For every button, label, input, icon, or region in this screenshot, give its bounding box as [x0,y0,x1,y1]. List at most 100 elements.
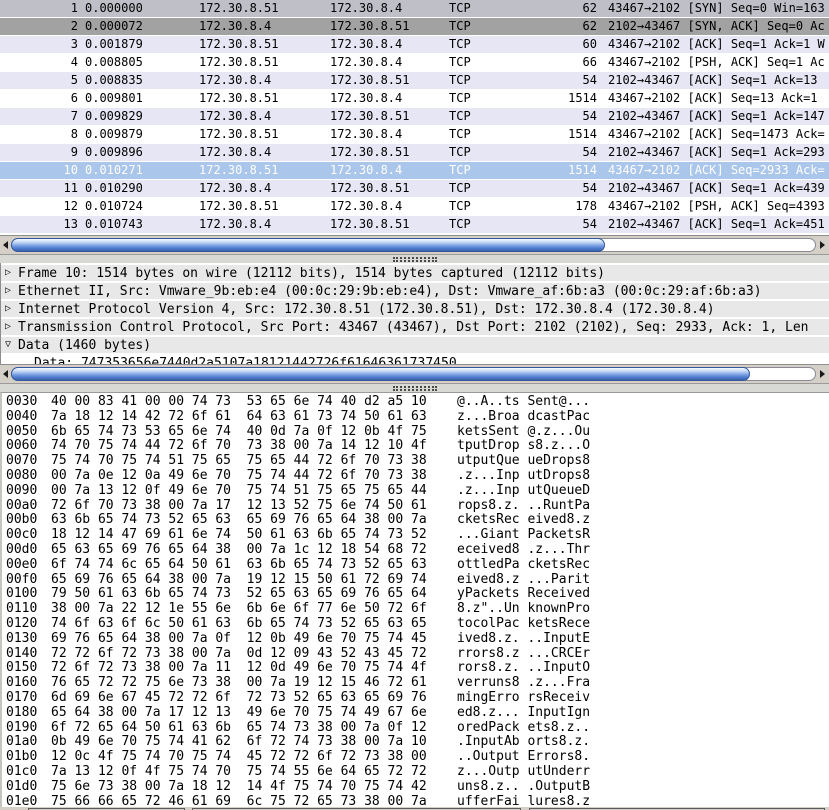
hex-bytes: 40 00 83 41 00 00 74 73 53 65 6e 74 40 d… [51,395,457,410]
packet-row-12[interactable]: 120.010724172.30.8.51172.30.8.4TCP178434… [0,198,829,216]
hex-line-0150[interactable]: 015072 6f 72 73 38 00 7a 11 12 0d 49 6e … [2,661,829,676]
expand-icon[interactable]: ▷ [5,283,18,299]
hex-line-0050[interactable]: 00506b 65 74 73 53 65 6e 74 40 0d 7a 0f … [2,425,829,440]
hex-ascii: rrors8.z ...CRCEr [457,647,590,661]
detail-subrow[interactable]: Data: 747353656e7440d2a5107a18121442726f… [1,355,829,364]
expand-icon[interactable]: ▷ [5,319,18,335]
hex-line-0120[interactable]: 012074 6f 63 6f 6c 50 61 63 6b 65 74 73 … [2,617,829,632]
hex-line-0180[interactable]: 018065 64 38 00 7a 17 12 13 49 6e 70 75 … [2,706,829,721]
hex-line-0080[interactable]: 008000 7a 0e 12 0a 49 6e 70 75 74 44 72 … [2,469,829,484]
pane-resize-grip[interactable] [393,257,437,262]
hex-line-0070[interactable]: 007075 74 70 75 74 51 75 65 75 65 44 72 … [2,454,829,469]
hex-line-0190[interactable]: 01906f 72 65 64 50 61 63 6b 65 74 73 38 … [2,721,829,736]
hex-line-00c0[interactable]: 00c018 12 14 47 69 61 6e 74 50 61 63 6b … [2,528,829,543]
hex-bytes: 7a 18 12 14 42 72 6f 61 64 63 61 73 74 5… [51,410,457,425]
cell-info: 43467→2102 [SYN] Seq=0 Win=163 [608,0,829,17]
hex-ascii: uns8.z.. .OutputB [457,780,590,794]
hex-line-00b0[interactable]: 00b063 6b 65 74 73 52 65 63 65 69 76 65 … [2,513,829,528]
hex-ascii: rops8.z. ..RuntPa [457,499,590,513]
cell-source: 172.30.8.4 [199,108,330,125]
hex-line-01a0[interactable]: 01a00b 49 6e 70 75 74 41 62 6f 72 74 73 … [2,735,829,750]
hex-bytes: 76 65 72 72 75 6e 73 38 00 7a 19 12 15 4… [51,676,457,691]
packet-row-4[interactable]: 40.008805172.30.8.51172.30.8.4TCP6643467… [0,54,829,72]
hex-scrollbar-track[interactable] [11,367,816,381]
hex-ascii: ..Output Errors8. [457,750,590,764]
details-scrollbar-thumb[interactable] [11,238,605,252]
cell-time: 0.010271 [85,162,199,179]
cell-source: 172.30.8.4 [199,18,330,35]
cell-time: 0.010724 [85,198,199,215]
cell-destination: 172.30.8.51 [330,216,449,233]
hex-offset: 0170 [6,691,51,706]
packet-row-10[interactable]: 100.010271172.30.8.51172.30.8.4TCP151443… [0,162,829,180]
packet-row-6[interactable]: 60.009801172.30.8.51172.30.8.4TCP1514434… [0,90,829,108]
packet-row-11[interactable]: 110.010290172.30.8.4172.30.8.51TCP542102… [0,180,829,198]
hex-bytes: 65 63 65 69 76 65 64 38 00 7a 1c 12 18 5… [51,543,457,558]
cell-time: 0.000072 [85,18,199,35]
hex-bytes: 6d 69 6e 67 45 72 72 6f 72 73 52 65 63 6… [51,691,457,706]
hex-line-0040[interactable]: 00407a 18 12 14 42 72 6f 61 64 63 61 73 … [2,410,829,425]
hex-line-0110[interactable]: 011038 00 7a 22 12 1e 55 6e 6b 6e 6f 77 … [2,602,829,617]
hex-line-0170[interactable]: 01706d 69 6e 67 45 72 72 6f 72 73 52 65 … [2,691,829,706]
packet-row-7[interactable]: 70.009829172.30.8.4172.30.8.51TCP542102→… [0,108,829,126]
detail-row[interactable]: ▷Internet Protocol Version 4, Src: 172.3… [1,301,829,319]
hex-bytes: 69 76 65 64 38 00 7a 0f 12 0b 49 6e 70 7… [51,632,457,647]
hex-line-0100[interactable]: 010079 50 61 63 6b 65 74 73 52 65 63 65 … [2,587,829,602]
hex-line-00a0[interactable]: 00a072 6f 70 73 38 00 7a 17 12 13 52 75 … [2,499,829,514]
hex-offset: 00b0 [6,513,51,528]
cell-time: 0.008835 [85,72,199,89]
packet-row-9[interactable]: 90.009896172.30.8.4172.30.8.51TCP542102→… [0,144,829,162]
pane-resize-grip[interactable] [393,386,437,391]
packet-row-2[interactable]: 20.000072172.30.8.4172.30.8.51TCP622102→… [0,18,829,36]
detail-row[interactable]: ▽Data (1460 bytes) [1,337,829,355]
cell-no: 4 [0,54,78,71]
cell-info: 2102→43467 [ACK] Seq=1 Ack=13 [608,72,829,89]
hex-ascii: verruns8 .z...Fra [457,676,590,690]
hex-scrollbar-thumb[interactable] [11,367,750,381]
hex-ascii: tputDrop s8.z...O [457,439,590,453]
packet-row-8[interactable]: 80.009879172.30.8.51172.30.8.4TCP1514434… [0,126,829,144]
hex-line-00f0[interactable]: 00f065 69 76 65 64 38 00 7a 19 12 15 50 … [2,573,829,588]
scroll-left-button[interactable] [0,365,11,383]
packet-row-1[interactable]: 10.000000172.30.8.51172.30.8.4TCP6243467… [0,0,829,18]
hex-line-00d0[interactable]: 00d065 63 65 69 76 65 64 38 00 7a 1c 12 … [2,543,829,558]
scroll-right-button[interactable] [817,236,828,254]
cell-source: 172.30.8.51 [199,198,330,215]
cell-source: 172.30.8.51 [199,54,330,71]
hex-line-00e0[interactable]: 00e06f 74 74 6c 65 64 50 61 63 6b 65 74 … [2,558,829,573]
detail-row[interactable]: ▷Transmission Control Protocol, Src Port… [1,319,829,337]
hex-line-0140[interactable]: 014072 72 6f 72 73 38 00 7a 0d 12 09 43 … [2,647,829,662]
hex-line-01c0[interactable]: 01c07a 13 12 0f 4f 75 74 70 75 74 55 6e … [2,765,829,780]
packet-row-3[interactable]: 30.001879172.30.8.51172.30.8.4TCP6043467… [0,36,829,54]
details-scrollbar-track[interactable] [11,238,816,252]
hex-line-0160[interactable]: 016076 65 72 72 75 6e 73 38 00 7a 19 12 … [2,676,829,691]
expand-icon[interactable]: ▷ [5,301,18,317]
cell-protocol: TCP [449,144,530,161]
cell-source: 172.30.8.4 [199,72,330,89]
collapse-icon[interactable]: ▽ [5,337,18,353]
cell-length: 54 [530,144,597,161]
cell-protocol: TCP [449,126,530,143]
packet-row-13[interactable]: 130.010743172.30.8.4172.30.8.51TCP542102… [0,216,829,234]
detail-row[interactable]: ▷Ethernet II, Src: Vmware_9b:eb:e4 (00:0… [1,283,829,301]
hex-line-0030[interactable]: 003040 00 83 41 00 00 74 73 53 65 6e 74 … [2,395,829,410]
hex-offset: 00d0 [6,543,51,558]
pane-splitter-2[interactable] [0,384,829,392]
pane-splitter-1[interactable] [0,255,829,263]
hex-ascii: eived8.z ...Parit [457,573,590,587]
scroll-right-button[interactable] [817,365,828,383]
detail-row[interactable]: ▷Frame 10: 1514 bytes on wire (12112 bit… [1,265,829,283]
expand-icon[interactable]: ▷ [5,265,18,281]
hex-line-01e0[interactable]: 01e075 66 66 65 72 46 61 69 6c 75 72 65 … [2,795,829,807]
hex-line-01d0[interactable]: 01d075 6e 73 38 00 7a 18 12 14 4f 75 74 … [2,780,829,795]
hex-line-0130[interactable]: 013069 76 65 64 38 00 7a 0f 12 0b 49 6e … [2,632,829,647]
hex-line-01b0[interactable]: 01b012 0c 4f 75 74 70 75 74 45 72 72 6f … [2,750,829,765]
hex-ascii: .z...Inp utDrops8 [457,469,590,483]
hex-offset: 0190 [6,721,51,736]
packet-row-5[interactable]: 50.008835172.30.8.4172.30.8.51TCP542102→… [0,72,829,90]
scroll-left-button[interactable] [0,236,11,254]
hex-line-0090[interactable]: 009000 7a 13 12 0f 49 6e 70 75 74 51 75 … [2,484,829,499]
details-h-scrollbar [0,235,829,255]
hex-line-0060[interactable]: 006074 70 75 74 44 72 6f 70 73 38 00 7a … [2,439,829,454]
cell-no: 13 [0,216,78,233]
